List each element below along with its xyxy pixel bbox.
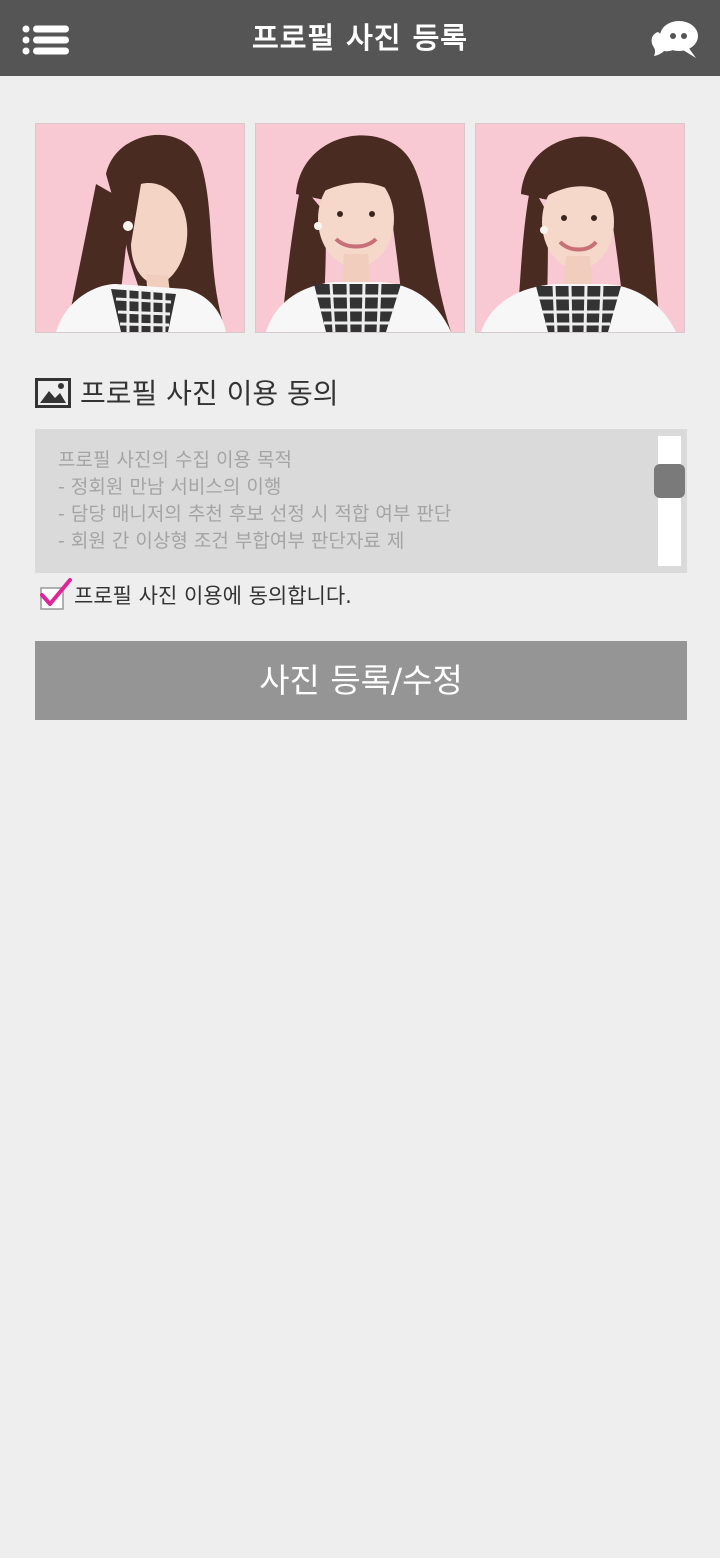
terms-text: 프로필 사진의 수집 이용 목적 - 정회원 만남 서비스의 이행 - 담당 매… <box>58 447 648 555</box>
profile-photo-3[interactable] <box>475 123 685 333</box>
photo-submit-button[interactable]: 사진 등록/수정 <box>35 641 687 720</box>
profile-photo-row <box>35 123 687 333</box>
profile-photo-2[interactable] <box>255 123 465 333</box>
chat-button[interactable] <box>650 18 700 62</box>
profile-photo-2-image <box>256 124 464 332</box>
profile-photo-3-image <box>476 124 684 332</box>
page-title: 프로필 사진 등록 <box>252 21 468 55</box>
terms-scrollbar-track[interactable] <box>658 436 681 566</box>
terms-textarea[interactable]: 프로필 사진의 수집 이용 목적 - 정회원 만남 서비스의 이행 - 담당 매… <box>35 429 687 573</box>
terms-line: - 담당 매니저의 추천 후보 선정 시 적합 여부 판단 <box>58 503 452 525</box>
consent-checkbox-label[interactable]: 프로필 사진 이용에 동의합니다. <box>74 576 352 616</box>
consent-title: 프로필 사진 이용 동의 <box>80 377 339 410</box>
terms-line: - 정회원 만남 서비스의 이행 <box>58 476 282 498</box>
consent-checkbox[interactable] <box>38 578 74 612</box>
profile-photo-1[interactable] <box>35 123 245 333</box>
terms-line: - 회원 간 이상형 조건 부합여부 판단자료 제 <box>58 530 405 552</box>
terms-scrollbar-thumb[interactable] <box>654 464 685 498</box>
terms-line: 프로필 사진의 수집 이용 목적 <box>58 449 292 471</box>
chat-bubbles-icon <box>651 21 698 58</box>
image-icon <box>35 378 71 408</box>
profile-photo-1-image <box>36 124 244 332</box>
top-bar: 프로필 사진 등록 <box>0 0 720 76</box>
